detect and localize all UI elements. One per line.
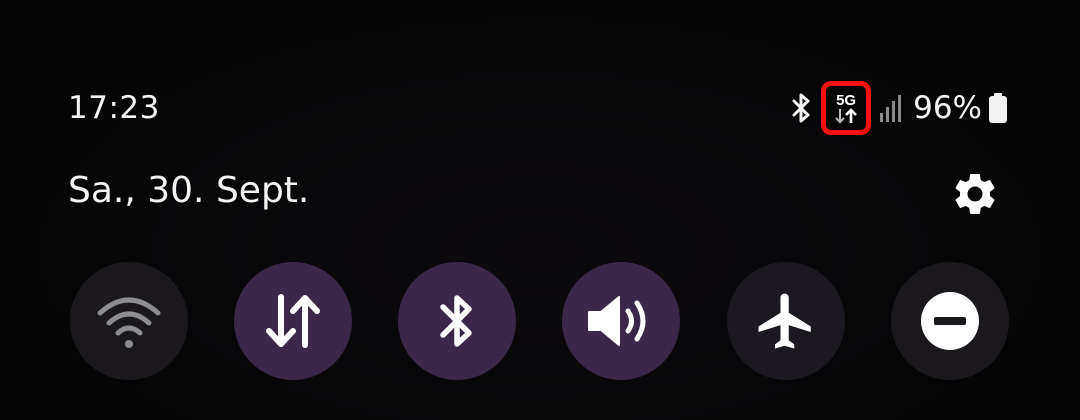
bluetooth-icon <box>791 92 813 124</box>
wifi-icon <box>97 297 161 348</box>
battery-icon <box>988 92 1008 124</box>
bluetooth-tile[interactable] <box>398 262 516 380</box>
speaker-icon <box>588 296 646 346</box>
battery-percent: 96% <box>913 90 982 126</box>
data-transfer-icon <box>266 294 320 348</box>
signal-icon <box>879 93 903 123</box>
sound-tile[interactable] <box>562 262 680 380</box>
airplane-mode-tile[interactable] <box>727 262 845 380</box>
date-label: Sa., 30. Sept. <box>68 170 310 211</box>
quick-tiles-row <box>70 262 1010 380</box>
gear-icon <box>955 173 995 214</box>
network-type-label: 5G <box>836 91 857 109</box>
data-activity-icon <box>835 107 858 123</box>
mobile-data-tile[interactable] <box>234 262 352 380</box>
quick-settings-panel: 17:23 5G 96% Sa., 30. Sept. <box>0 0 1080 420</box>
bluetooth-icon <box>440 295 472 347</box>
do-not-disturb-tile[interactable] <box>891 262 1009 380</box>
network-5g-icon: 5G <box>821 81 872 135</box>
wifi-tile[interactable] <box>70 262 188 380</box>
minus-circle-icon <box>921 292 979 350</box>
status-clock: 17:23 <box>68 90 160 126</box>
airplane-icon <box>758 293 811 349</box>
status-bar: 17:23 5G 96% <box>0 0 1080 150</box>
status-icons: 5G 96% <box>791 78 1008 138</box>
settings-button[interactable] <box>947 166 1003 222</box>
